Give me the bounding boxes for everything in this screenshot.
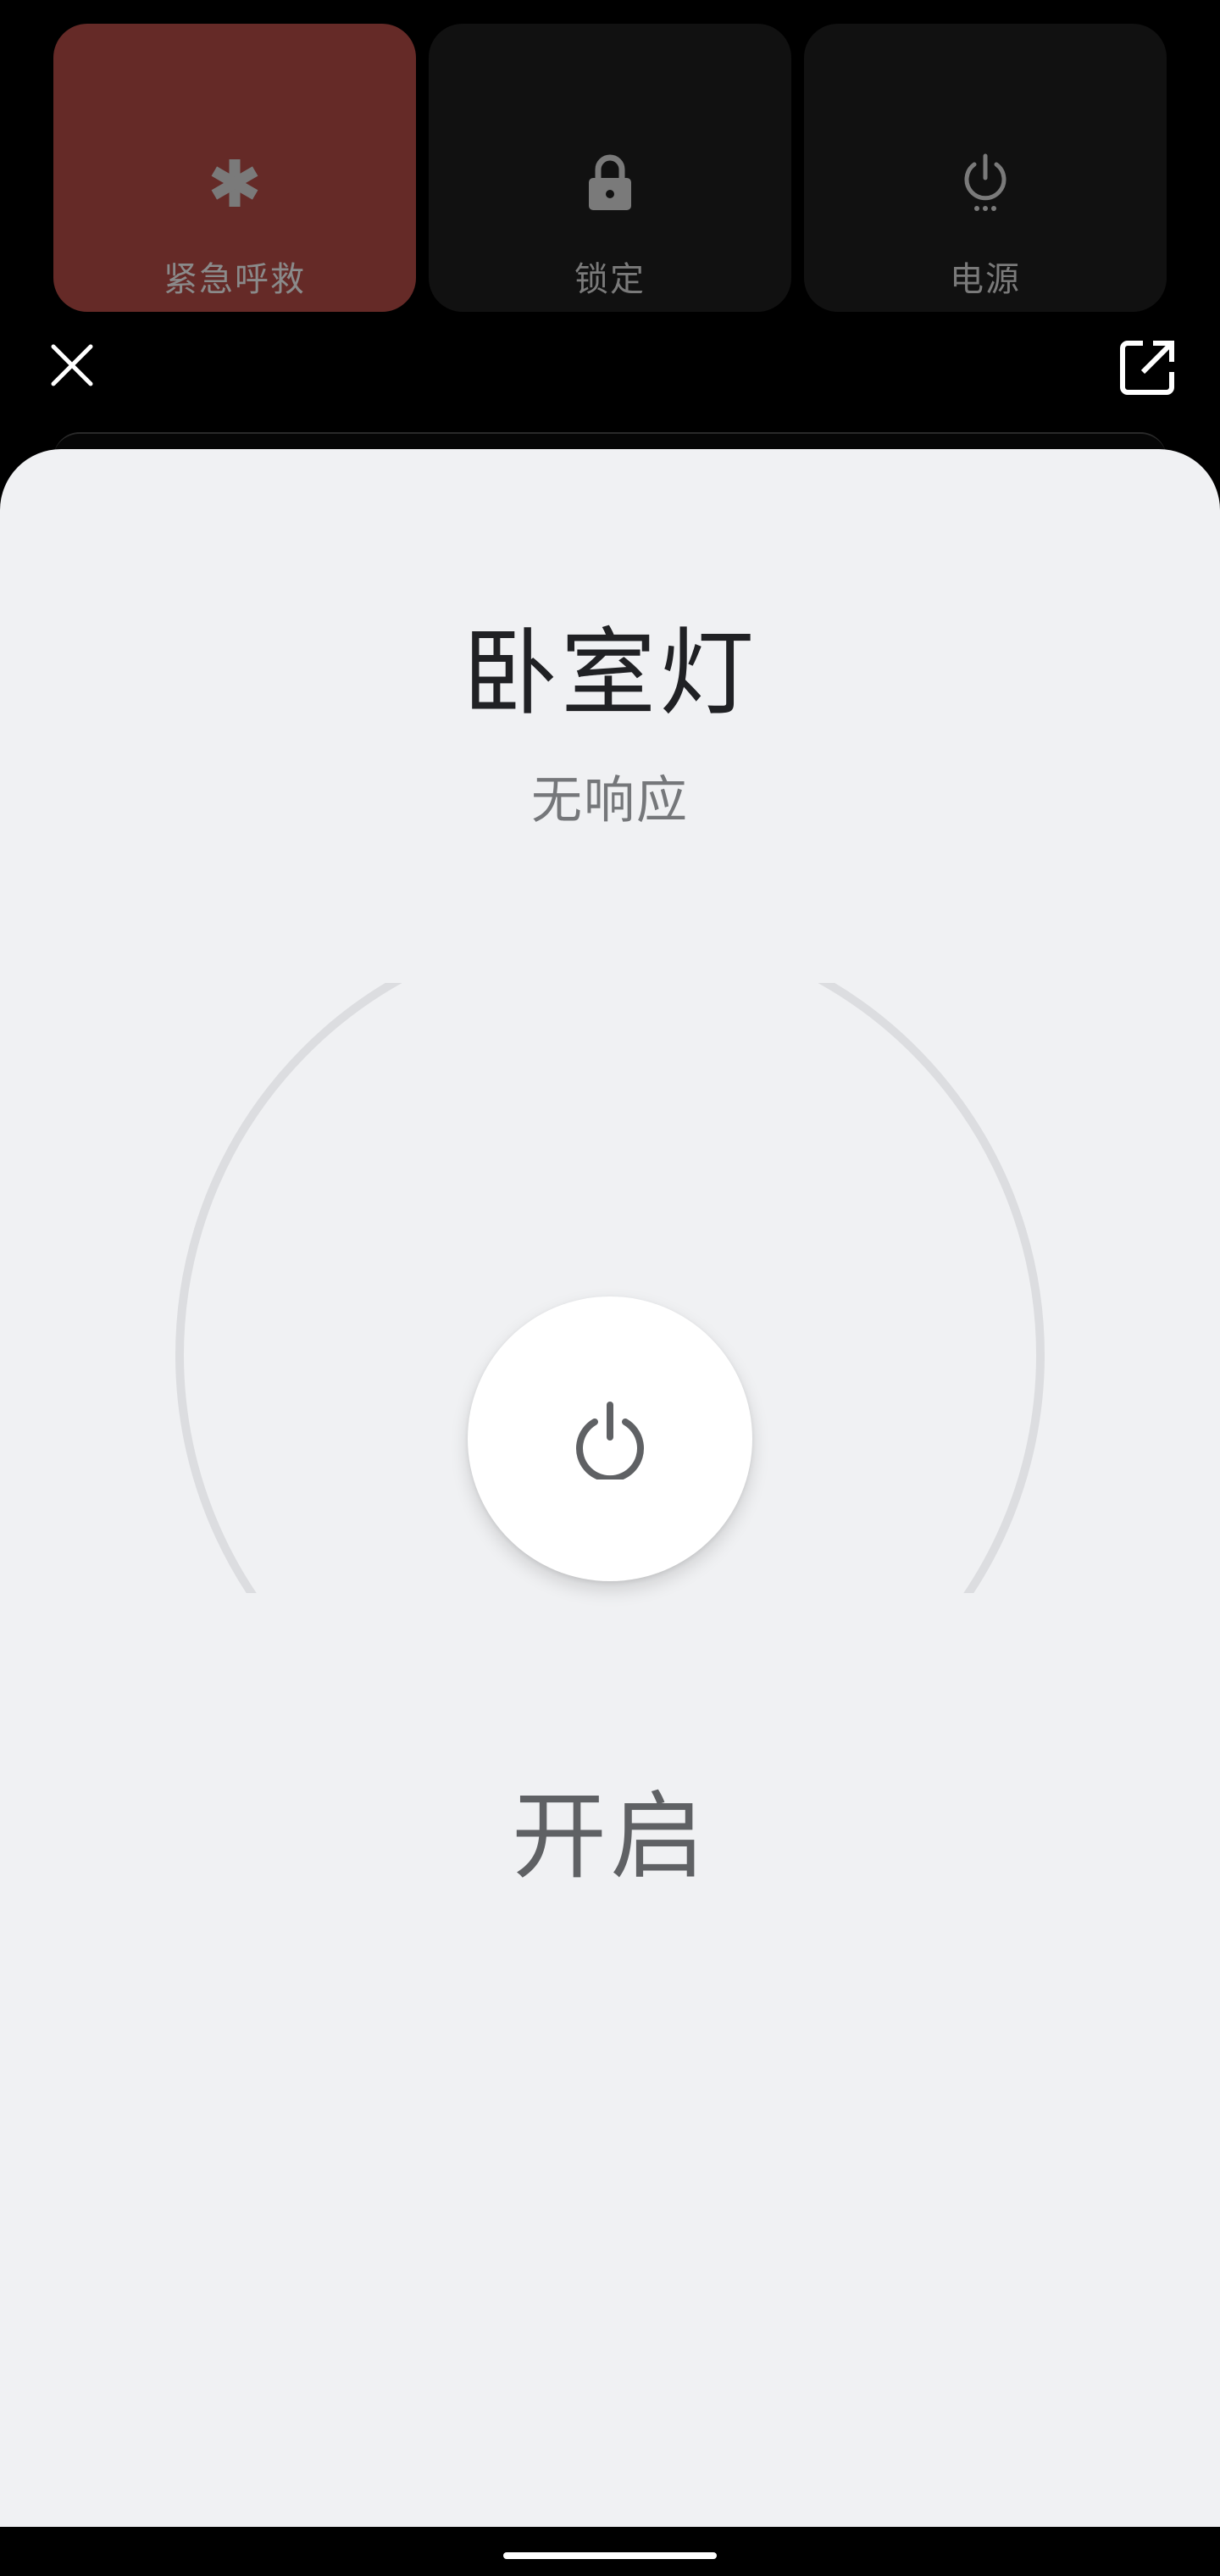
device-state-label: 开启: [512, 1782, 708, 1892]
emergency-call-label: 紧急呼救: [164, 260, 306, 299]
close-button[interactable]: [44, 337, 100, 393]
asterisk-icon: [53, 149, 416, 217]
lockdown-tile[interactable]: 锁定: [429, 24, 791, 312]
navigation-bar: [0, 2527, 1220, 2576]
power-tile[interactable]: 电源: [804, 24, 1167, 312]
screen: 紧急呼救 锁定 电源 卧室灯 无响应 开启: [0, 0, 1220, 2576]
home-gesture-handle[interactable]: [503, 2552, 717, 2559]
power-icon: [576, 1402, 644, 1480]
device-title: 卧室灯: [463, 619, 757, 729]
device-control-sheet: 卧室灯 无响应 开启: [0, 449, 1220, 2527]
open-external-icon: [1120, 341, 1174, 395]
open-in-app-button[interactable]: [1117, 337, 1178, 398]
close-icon: [51, 344, 93, 386]
lockdown-label: 锁定: [574, 260, 646, 299]
lock-icon: [429, 149, 791, 217]
device-power-button[interactable]: [468, 1296, 752, 1581]
power-icon: [804, 149, 1167, 217]
device-status: 无响应: [531, 771, 689, 830]
power-label: 电源: [950, 260, 1021, 299]
emergency-call-tile[interactable]: 紧急呼救: [53, 24, 416, 312]
